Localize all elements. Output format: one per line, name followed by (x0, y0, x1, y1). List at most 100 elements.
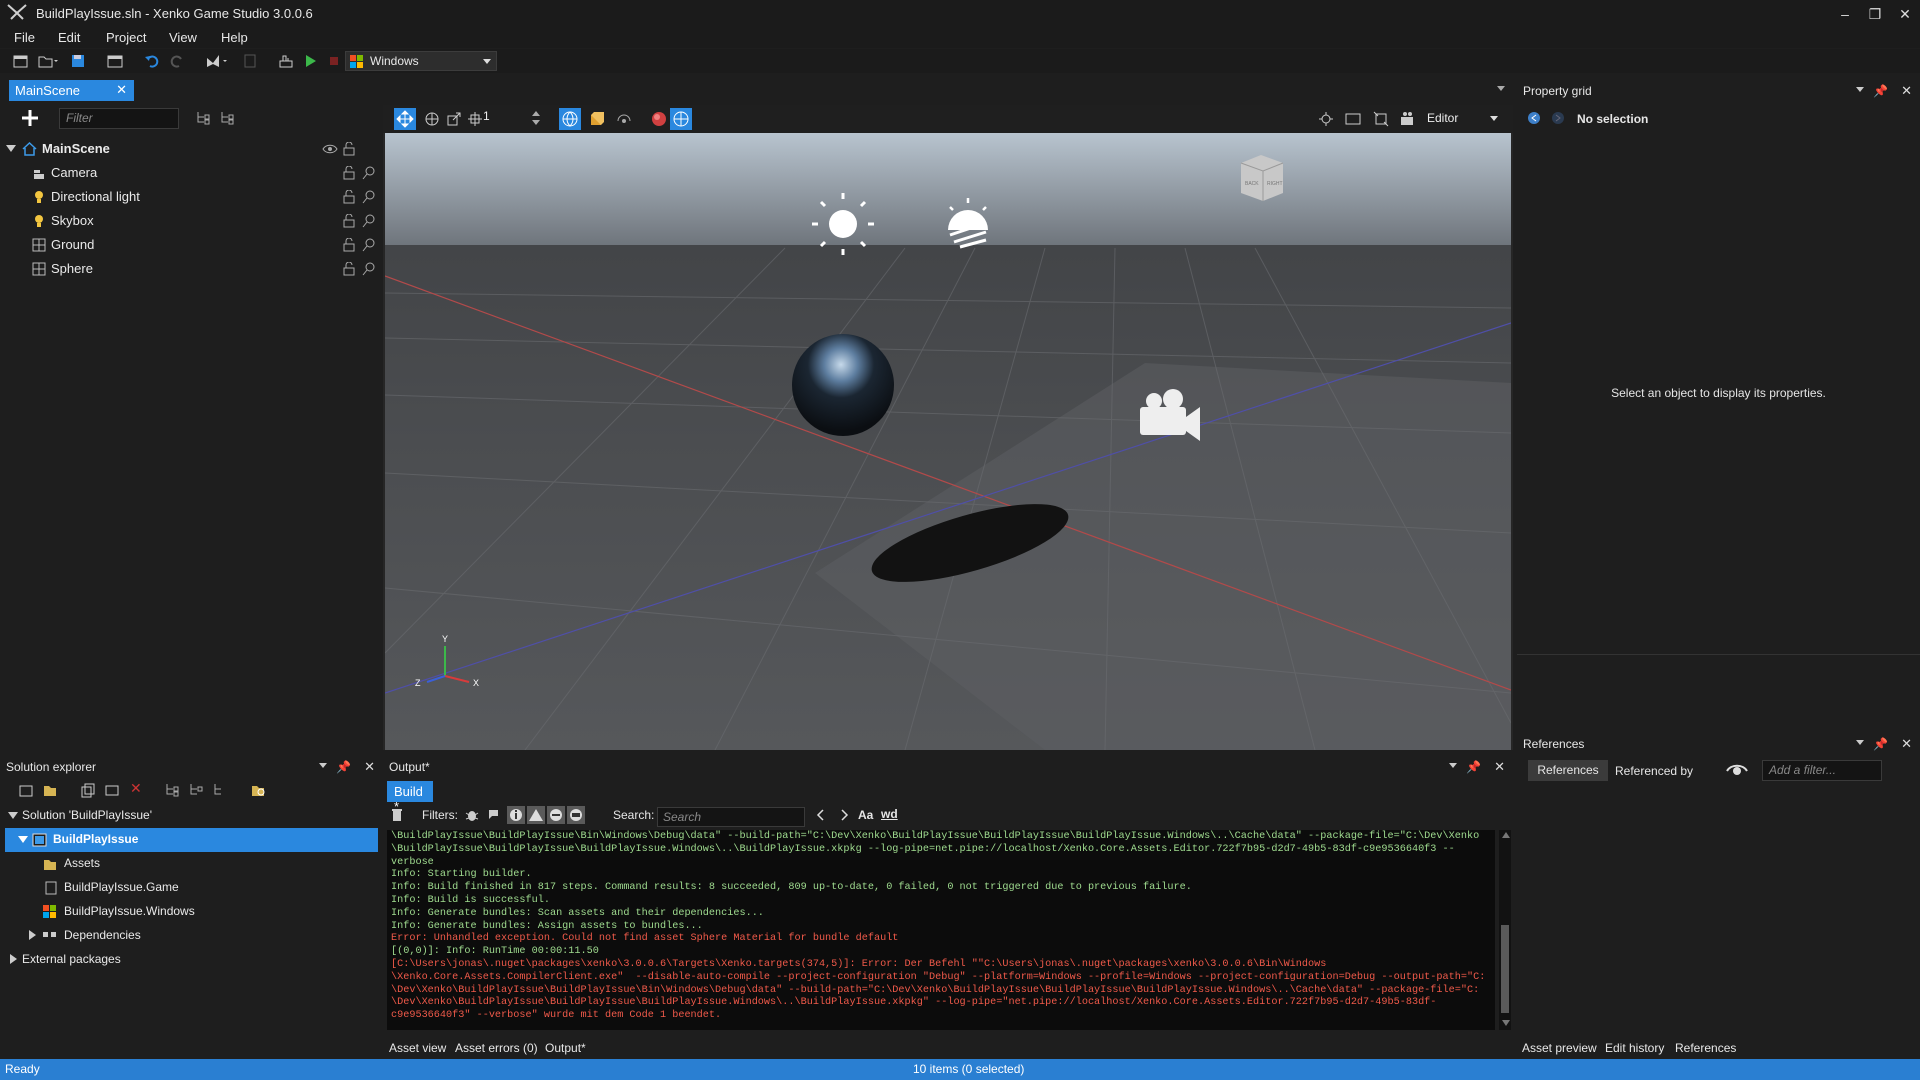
expand-arrow-icon[interactable] (8, 811, 18, 821)
tab-asset-preview[interactable]: Asset preview (1522, 1041, 1597, 1055)
scroll-up-icon[interactable] (1502, 832, 1510, 838)
snap-icon[interactable] (466, 110, 484, 128)
tree-row-project[interactable]: BuildPlayIssue (5, 828, 378, 852)
window-icon[interactable] (106, 52, 124, 70)
collapse-all-icon[interactable] (219, 110, 235, 126)
pin-icon[interactable]: 📌 (336, 760, 351, 774)
lock-icon[interactable] (342, 262, 356, 276)
chevron-down-icon[interactable] (319, 763, 327, 769)
menu-help[interactable]: Help (221, 30, 248, 45)
world-space-icon[interactable] (559, 108, 581, 130)
tab-references[interactable]: References (1675, 1041, 1736, 1055)
new-folder-icon[interactable] (18, 782, 34, 798)
lock-icon[interactable] (342, 166, 356, 180)
tree-row-mainscene[interactable]: MainScene (0, 137, 383, 161)
error-filter-icon[interactable] (547, 806, 565, 824)
play-icon[interactable] (301, 52, 319, 70)
close-panel-icon[interactable]: ✕ (1494, 759, 1505, 775)
chevron-down-icon[interactable] (1489, 115, 1499, 123)
close-panel-icon[interactable]: ✕ (1901, 736, 1912, 752)
close-tab-icon[interactable]: ✕ (116, 82, 127, 98)
focus-magnifier-icon[interactable] (362, 166, 376, 180)
cube-icon[interactable] (589, 111, 605, 127)
rotate-gizmo-icon[interactable] (423, 110, 441, 128)
focus-magnifier-icon[interactable] (362, 238, 376, 252)
lock-icon[interactable] (342, 214, 356, 228)
debug-bug-icon[interactable] (465, 808, 479, 822)
close-panel-icon[interactable]: ✕ (364, 759, 375, 775)
menu-file[interactable]: File (14, 30, 35, 45)
menu-project[interactable]: Project (106, 30, 146, 45)
pin-icon[interactable]: 📌 (1873, 84, 1888, 98)
tab-referenced-by[interactable]: Referenced by (1615, 764, 1693, 778)
rename-icon[interactable] (104, 782, 120, 798)
expand-all-icon[interactable] (195, 110, 211, 126)
platform-dropdown[interactable]: Windows (345, 51, 497, 71)
snap-value[interactable]: 1 (483, 109, 490, 123)
collapse-all-icon[interactable] (188, 782, 204, 798)
focus-magnifier-icon[interactable] (362, 262, 376, 276)
show-in-explorer-icon[interactable] (250, 782, 266, 798)
camera-settings-icon[interactable] (1400, 111, 1416, 127)
tab-asset-view[interactable]: Asset view (389, 1041, 446, 1055)
editor-mode-label[interactable]: Editor (1427, 111, 1458, 125)
spin-arrows-icon[interactable] (531, 109, 541, 127)
back-arrow-icon[interactable] (1527, 111, 1541, 125)
open-folder-icon[interactable] (37, 52, 58, 70)
open-folder-icon[interactable] (42, 782, 58, 798)
scene-viewport[interactable]: 1 Editor BACK RIGHT Y X Z (383, 105, 1513, 750)
tab-references[interactable]: References (1528, 760, 1608, 781)
save-icon[interactable] (69, 52, 87, 70)
expand-arrow-icon[interactable] (18, 835, 28, 845)
add-entity-icon[interactable] (20, 108, 40, 128)
match-case-toggle[interactable]: Aa (858, 808, 873, 822)
whole-word-toggle[interactable]: wd (881, 807, 898, 821)
grid-globe-icon[interactable] (670, 108, 692, 130)
menu-view[interactable]: View (169, 30, 197, 45)
tab-overflow-icon[interactable] (1497, 86, 1505, 92)
minimize-button[interactable]: – (1830, 2, 1860, 26)
material-sphere-icon[interactable] (651, 111, 667, 127)
tree-row-external-packages[interactable]: External packages (0, 948, 383, 972)
hierarchy-filter-input[interactable]: Filter (59, 108, 179, 129)
viewport-render[interactable]: BACK RIGHT Y X Z (385, 133, 1511, 750)
pin-icon[interactable]: 📌 (1873, 737, 1888, 751)
tree-row-dependencies[interactable]: Dependencies (0, 924, 383, 948)
tree-row-sphere[interactable]: Sphere (0, 257, 383, 281)
tab-asset-errors[interactable]: Asset errors (0) (455, 1041, 538, 1055)
hierarchy-icon[interactable] (212, 782, 228, 798)
close-panel-icon[interactable]: ✕ (1901, 83, 1912, 99)
delete-icon[interactable]: ✕ (130, 780, 142, 797)
output-log[interactable]: \BuildPlayIssue\BuildPlayIssue\Bin\Windo… (387, 830, 1495, 1030)
tree-row-skybox[interactable]: Skybox (0, 209, 383, 233)
visual-studio-icon[interactable] (204, 52, 227, 70)
undo-icon[interactable] (143, 52, 161, 70)
tab-output[interactable]: Output* (545, 1041, 586, 1055)
tree-row-directional-light[interactable]: Directional light (0, 185, 383, 209)
tree-row-windows[interactable]: BuildPlayIssue.Windows (0, 900, 383, 924)
warning-filter-icon[interactable] (527, 806, 545, 824)
translate-gizmo-icon[interactable] (394, 108, 416, 130)
collapsed-arrow-icon[interactable] (28, 930, 38, 940)
output-search-input[interactable]: Search (657, 807, 805, 827)
resize-icon[interactable] (1373, 111, 1389, 127)
stop-icon[interactable] (325, 52, 343, 70)
pin-icon[interactable]: 📌 (1466, 760, 1481, 774)
tab-mainscene[interactable]: MainScene ✕ (9, 80, 134, 101)
previous-arrow-icon[interactable] (815, 808, 827, 822)
tree-row-assets[interactable]: Assets (0, 852, 383, 876)
focus-selection-icon[interactable] (1318, 111, 1334, 127)
redo-icon[interactable] (168, 52, 186, 70)
references-filter-input[interactable]: Add a filter... (1762, 760, 1882, 781)
expand-all-icon[interactable] (164, 782, 180, 798)
menu-edit[interactable]: Edit (58, 30, 80, 45)
lock-icon[interactable] (342, 238, 356, 252)
tree-row-game[interactable]: BuildPlayIssue.Game (0, 876, 383, 900)
next-arrow-icon[interactable] (838, 808, 850, 822)
focus-magnifier-icon[interactable] (362, 214, 376, 228)
tree-row-solution[interactable]: Solution 'BuildPlayIssue' (0, 804, 383, 828)
lock-icon[interactable] (342, 142, 356, 156)
info-filter-icon[interactable] (507, 806, 525, 824)
verbose-chat-icon[interactable] (488, 808, 502, 822)
forward-arrow-icon[interactable] (1551, 111, 1565, 125)
